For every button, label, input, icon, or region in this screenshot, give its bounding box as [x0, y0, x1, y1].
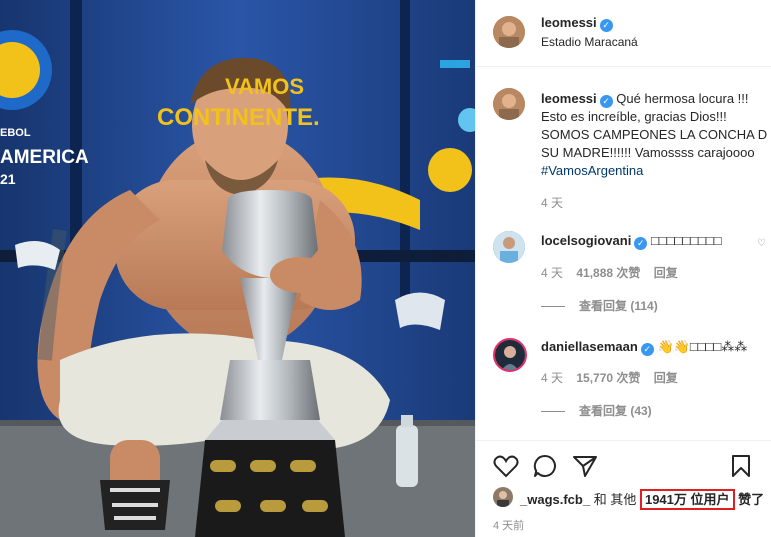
comment-avatar[interactable] — [493, 338, 527, 372]
comment-age: 4 天 — [541, 371, 564, 385]
verified-badge-icon: ✓ — [599, 95, 613, 108]
comment-text: 👋👋□□□□⁂⁂ — [657, 339, 748, 354]
comment-1: locelsogiovani ✓ □□□□□□□□□ — [541, 232, 722, 250]
likes-summary: _wags.fcb_ 和 其他 1941万 位用户 赞了 — [520, 489, 765, 510]
likes-count-highlight[interactable]: 1941万 位用户 — [639, 489, 735, 510]
comment-text: □□□□□□□□□ — [650, 233, 722, 248]
caption-block: leomessi ✓ Qué hermosa locura !!! Esto es… — [541, 90, 767, 180]
liker-avatar[interactable] — [493, 487, 513, 507]
caption-line-1: Qué hermosa locura !!! — [616, 91, 749, 106]
verified-badge-icon: ✓ — [640, 343, 654, 356]
author-username[interactable]: leomessi — [541, 15, 597, 30]
caption-line-4: SU MADRE!!!!!! Vamossss carajoooo — [541, 145, 755, 160]
banner-left-main: AMERICA — [0, 147, 89, 168]
caption-age: 4 天 — [541, 196, 564, 210]
post-side-panel: leomessi ✓ Estadio Maracaná leomessi ✓ Qué… — [475, 0, 771, 537]
caption-line-3: SOMOS CAMPEONES LA CONCHA D — [541, 127, 768, 142]
post-timestamp[interactable]: 4 天前 — [493, 517, 524, 533]
comment-avatar[interactable] — [493, 231, 525, 263]
caption-username[interactable]: leomessi — [541, 91, 597, 106]
likes-suffix: 赞了 — [738, 492, 765, 507]
replies-divider — [541, 306, 565, 308]
banner-center-main: CONTINENTE. — [157, 104, 320, 131]
liker-username[interactable]: _wags.fcb_ — [520, 492, 590, 507]
comment-2-meta: 4 天 15,770 次赞 回复 — [541, 369, 678, 386]
save-bookmark-icon[interactable] — [730, 454, 752, 478]
comment-1-meta: 4 天 41,888 次赞 回复 — [541, 264, 678, 281]
comment-username[interactable]: daniellasemaan — [541, 339, 638, 354]
author-avatar[interactable] — [493, 16, 525, 48]
post-photo[interactable]: EBOL AMERICA 21 VAMOS CONTINENTE. — [0, 0, 475, 537]
likes-connector: 和 其他 — [593, 492, 637, 507]
comment-likes-count[interactable]: 15,770 次赞 — [576, 371, 640, 385]
share-send-icon[interactable] — [572, 454, 598, 478]
like-heart-icon[interactable] — [493, 454, 519, 478]
post-actions-section: _wags.fcb_ 和 其他 1941万 位用户 赞了 4 天前 — [476, 440, 771, 537]
comment-age: 4 天 — [541, 266, 564, 280]
post-header: leomessi ✓ Estadio Maracaná — [476, 0, 771, 67]
comment-like-heart-icon[interactable]: ♡ — [757, 238, 766, 249]
comment-reply-button[interactable]: 回复 — [654, 266, 678, 280]
banner-left-top: EBOL — [0, 127, 31, 139]
view-replies-button[interactable]: 查看回复 (43) — [541, 402, 652, 419]
post-location[interactable]: Estadio Maracaná — [541, 35, 638, 49]
comment-likes-count[interactable]: 41,888 次赞 — [576, 266, 640, 280]
verified-badge-icon: ✓ — [634, 237, 648, 250]
comment-username[interactable]: locelsogiovani — [541, 233, 631, 248]
comment-2: daniellasemaan ✓ 👋👋□□□□⁂⁂ — [541, 338, 747, 356]
comment-bubble-icon[interactable] — [533, 454, 559, 478]
caption-line-2: Esto es increíble, gracias Dios!!! — [541, 109, 727, 124]
author-name-row: leomessi ✓ — [541, 14, 613, 32]
caption-avatar[interactable] — [493, 88, 525, 120]
comment-reply-button[interactable]: 回复 — [654, 371, 678, 385]
banner-center-top: VAMOS — [225, 74, 304, 99]
replies-divider — [541, 411, 565, 413]
view-replies-button[interactable]: 查看回复 (114) — [541, 297, 658, 314]
photo-illustration: EBOL AMERICA 21 VAMOS CONTINENTE. — [0, 0, 475, 537]
caption-first-line: leomessi ✓ Qué hermosa locura !!! — [541, 90, 767, 108]
caption-hashtag[interactable]: #VamosArgentina — [541, 162, 767, 180]
banner-left-year: 21 — [0, 171, 16, 187]
verified-badge-icon: ✓ — [599, 19, 613, 32]
